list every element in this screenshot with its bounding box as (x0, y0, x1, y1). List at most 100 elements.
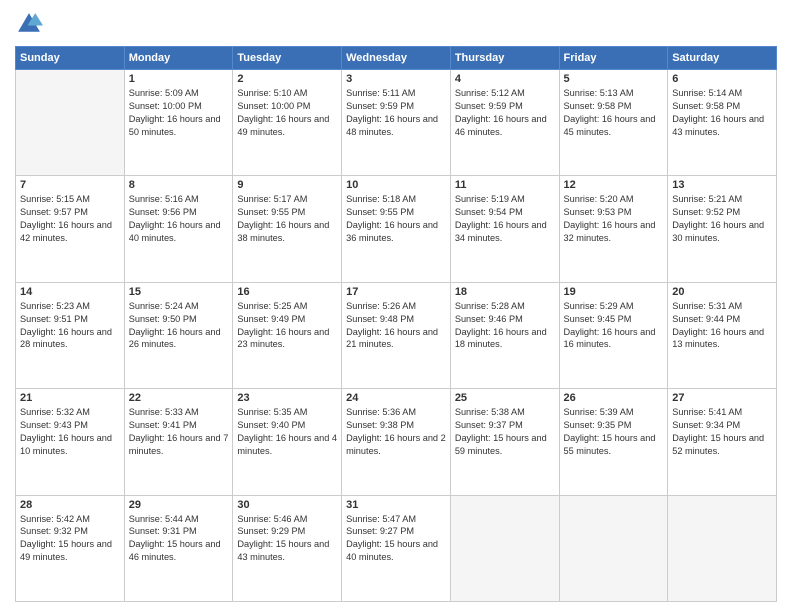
weekday-header: Sunday (16, 47, 125, 70)
calendar-cell: 17 Sunrise: 5:26 AMSunset: 9:48 PMDayligh… (342, 282, 451, 388)
calendar-cell: 24 Sunrise: 5:36 AMSunset: 9:38 PMDayligh… (342, 389, 451, 495)
cell-info: Sunrise: 5:15 AMSunset: 9:57 PMDaylight:… (20, 193, 120, 245)
cell-info: Sunrise: 5:32 AMSunset: 9:43 PMDaylight:… (20, 406, 120, 458)
day-number: 6 (672, 73, 772, 85)
day-number: 27 (672, 392, 772, 404)
day-number: 5 (564, 73, 664, 85)
calendar-cell: 8Sunrise: 5:16 AMSunset: 9:56 PMDaylight… (124, 176, 233, 282)
weekday-header: Tuesday (233, 47, 342, 70)
day-number: 19 (564, 286, 664, 298)
day-number: 17 (346, 286, 446, 298)
cell-info: Sunrise: 5:13 AMSunset: 9:58 PMDaylight:… (564, 87, 664, 139)
day-number: 14 (20, 286, 120, 298)
cell-info: Sunrise: 5:20 AMSunset: 9:53 PMDaylight:… (564, 193, 664, 245)
day-number: 31 (346, 499, 446, 511)
weekday-header: Friday (559, 47, 668, 70)
calendar-week: 21 Sunrise: 5:32 AMSunset: 9:43 PMDayligh… (16, 389, 777, 495)
cell-info: Sunrise: 5:10 AMSunset: 10:00 PMDaylight… (237, 87, 337, 139)
day-number: 4 (455, 73, 555, 85)
calendar-week: 14 Sunrise: 5:23 AMSunset: 9:51 PMDayligh… (16, 282, 777, 388)
cell-info: Sunrise: 5:46 AMSunset: 9:29 PMDaylight:… (237, 513, 337, 565)
cell-info: Sunrise: 5:44 AMSunset: 9:31 PMDaylight:… (129, 513, 229, 565)
cell-info: Sunrise: 5:33 AMSunset: 9:41 PMDaylight:… (129, 406, 229, 458)
page: SundayMondayTuesdayWednesdayThursdayFrid… (0, 0, 792, 612)
day-number: 21 (20, 392, 120, 404)
day-number: 2 (237, 73, 337, 85)
calendar-week: 28 Sunrise: 5:42 AMSunset: 9:32 PMDayligh… (16, 495, 777, 601)
calendar-cell: 9Sunrise: 5:17 AMSunset: 9:55 PMDaylight… (233, 176, 342, 282)
cell-info: Sunrise: 5:19 AMSunset: 9:54 PMDaylight:… (455, 193, 555, 245)
day-number: 3 (346, 73, 446, 85)
cell-info: Sunrise: 5:25 AMSunset: 9:49 PMDaylight:… (237, 300, 337, 352)
calendar-cell: 7 Sunrise: 5:15 AMSunset: 9:57 PMDaylight… (16, 176, 125, 282)
cell-info: Sunrise: 5:26 AMSunset: 9:48 PMDaylight:… (346, 300, 446, 352)
calendar-cell: 15 Sunrise: 5:24 AMSunset: 9:50 PMDayligh… (124, 282, 233, 388)
weekday-header: Wednesday (342, 47, 451, 70)
cell-info: Sunrise: 5:14 AMSunset: 9:58 PMDaylight:… (672, 87, 772, 139)
day-number: 8 (129, 179, 229, 191)
cell-info: Sunrise: 5:31 AMSunset: 9:44 PMDaylight:… (672, 300, 772, 352)
calendar-cell: 23 Sunrise: 5:35 AMSunset: 9:40 PMDayligh… (233, 389, 342, 495)
calendar-cell (668, 495, 777, 601)
calendar-cell: 21 Sunrise: 5:32 AMSunset: 9:43 PMDayligh… (16, 389, 125, 495)
calendar-cell (16, 70, 125, 176)
calendar-cell: 12 Sunrise: 5:20 AMSunset: 9:53 PMDayligh… (559, 176, 668, 282)
calendar-cell: 3 Sunrise: 5:11 AMSunset: 9:59 PMDaylight… (342, 70, 451, 176)
cell-info: Sunrise: 5:35 AMSunset: 9:40 PMDaylight:… (237, 406, 337, 458)
cell-info: Sunrise: 5:21 AMSunset: 9:52 PMDaylight:… (672, 193, 772, 245)
calendar-cell: 5 Sunrise: 5:13 AMSunset: 9:58 PMDaylight… (559, 70, 668, 176)
calendar-cell: 29Sunrise: 5:44 AMSunset: 9:31 PMDayligh… (124, 495, 233, 601)
cell-info: Sunrise: 5:09 AMSunset: 10:00 PMDaylight… (129, 87, 229, 139)
cell-info: Sunrise: 5:29 AMSunset: 9:45 PMDaylight:… (564, 300, 664, 352)
calendar-cell: 25 Sunrise: 5:38 AMSunset: 9:37 PMDayligh… (450, 389, 559, 495)
cell-info: Sunrise: 5:12 AMSunset: 9:59 PMDaylight:… (455, 87, 555, 139)
calendar: SundayMondayTuesdayWednesdayThursdayFrid… (15, 46, 777, 602)
calendar-cell: 13Sunrise: 5:21 AMSunset: 9:52 PMDayligh… (668, 176, 777, 282)
calendar-cell: 30Sunrise: 5:46 AMSunset: 9:29 PMDayligh… (233, 495, 342, 601)
day-number: 24 (346, 392, 446, 404)
cell-info: Sunrise: 5:42 AMSunset: 9:32 PMDaylight:… (20, 513, 120, 565)
calendar-cell: 11Sunrise: 5:19 AMSunset: 9:54 PMDayligh… (450, 176, 559, 282)
cell-info: Sunrise: 5:23 AMSunset: 9:51 PMDaylight:… (20, 300, 120, 352)
calendar-cell: 19 Sunrise: 5:29 AMSunset: 9:45 PMDayligh… (559, 282, 668, 388)
day-number: 28 (20, 499, 120, 511)
day-number: 7 (20, 179, 120, 191)
weekday-header: Saturday (668, 47, 777, 70)
calendar-cell: 10 Sunrise: 5:18 AMSunset: 9:55 PMDayligh… (342, 176, 451, 282)
calendar-week: 1 Sunrise: 5:09 AMSunset: 10:00 PMDayligh… (16, 70, 777, 176)
day-number: 12 (564, 179, 664, 191)
day-number: 25 (455, 392, 555, 404)
cell-info: Sunrise: 5:41 AMSunset: 9:34 PMDaylight:… (672, 406, 772, 458)
cell-info: Sunrise: 5:18 AMSunset: 9:55 PMDaylight:… (346, 193, 446, 245)
cell-info: Sunrise: 5:38 AMSunset: 9:37 PMDaylight:… (455, 406, 555, 458)
day-number: 9 (237, 179, 337, 191)
day-number: 15 (129, 286, 229, 298)
day-number: 18 (455, 286, 555, 298)
calendar-cell: 22Sunrise: 5:33 AMSunset: 9:41 PMDayligh… (124, 389, 233, 495)
calendar-cell (450, 495, 559, 601)
day-number: 16 (237, 286, 337, 298)
day-number: 10 (346, 179, 446, 191)
calendar-cell: 1 Sunrise: 5:09 AMSunset: 10:00 PMDayligh… (124, 70, 233, 176)
calendar-cell: 16 Sunrise: 5:25 AMSunset: 9:49 PMDayligh… (233, 282, 342, 388)
day-number: 1 (129, 73, 229, 85)
calendar-cell: 31 Sunrise: 5:47 AMSunset: 9:27 PMDayligh… (342, 495, 451, 601)
calendar-week: 7 Sunrise: 5:15 AMSunset: 9:57 PMDaylight… (16, 176, 777, 282)
calendar-cell: 4 Sunrise: 5:12 AMSunset: 9:59 PMDaylight… (450, 70, 559, 176)
cell-info: Sunrise: 5:39 AMSunset: 9:35 PMDaylight:… (564, 406, 664, 458)
day-number: 20 (672, 286, 772, 298)
cell-info: Sunrise: 5:36 AMSunset: 9:38 PMDaylight:… (346, 406, 446, 458)
logo (15, 10, 47, 38)
calendar-cell: 6 Sunrise: 5:14 AMSunset: 9:58 PMDaylight… (668, 70, 777, 176)
header (15, 10, 777, 38)
cell-info: Sunrise: 5:24 AMSunset: 9:50 PMDaylight:… (129, 300, 229, 352)
weekday-header: Thursday (450, 47, 559, 70)
cell-info: Sunrise: 5:11 AMSunset: 9:59 PMDaylight:… (346, 87, 446, 139)
cell-info: Sunrise: 5:28 AMSunset: 9:46 PMDaylight:… (455, 300, 555, 352)
cell-info: Sunrise: 5:47 AMSunset: 9:27 PMDaylight:… (346, 513, 446, 565)
weekday-header: Monday (124, 47, 233, 70)
day-number: 23 (237, 392, 337, 404)
calendar-cell: 14 Sunrise: 5:23 AMSunset: 9:51 PMDayligh… (16, 282, 125, 388)
calendar-cell: 26Sunrise: 5:39 AMSunset: 9:35 PMDayligh… (559, 389, 668, 495)
calendar-cell: 2 Sunrise: 5:10 AMSunset: 10:00 PMDayligh… (233, 70, 342, 176)
